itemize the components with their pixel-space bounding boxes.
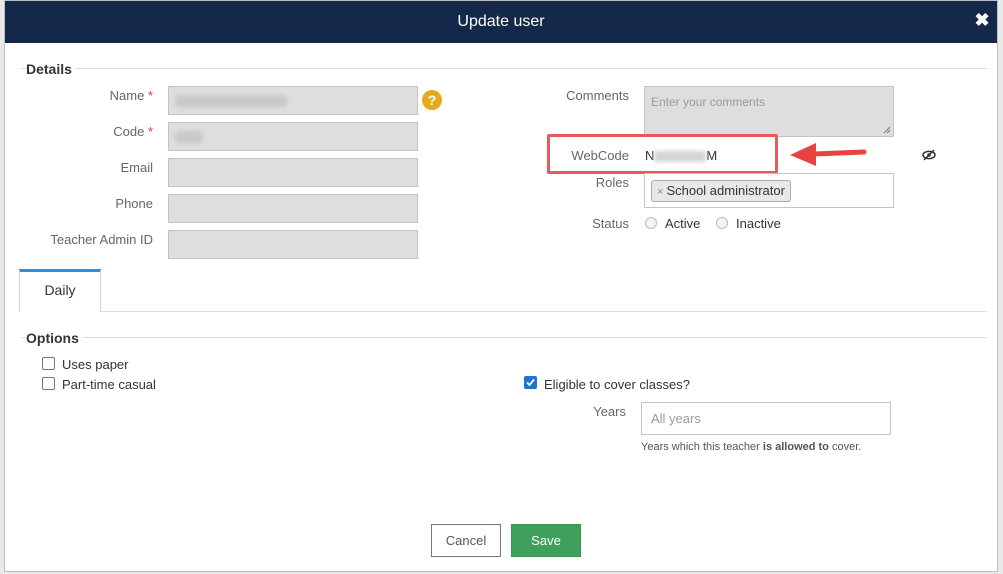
help-icon[interactable]: ? [422, 90, 442, 110]
name-input[interactable] [168, 86, 418, 115]
webcode-value: NM [645, 148, 718, 163]
part-time-casual-label: Part-time casual [62, 377, 156, 392]
phone-input[interactable] [168, 194, 418, 223]
cancel-button[interactable]: Cancel [431, 524, 501, 557]
name-label: Name * [109, 88, 153, 103]
red-arrow-annotation [790, 143, 867, 166]
roles-label: Roles [595, 175, 629, 190]
options-divider [21, 337, 987, 338]
role-tag-school-administrator: × School administrator [651, 180, 791, 202]
close-icon[interactable]: ✖ [973, 11, 991, 29]
years-label: Years [593, 404, 626, 419]
eligible-cover-checkbox[interactable] [524, 376, 537, 389]
code-label: Code * [113, 124, 153, 139]
options-legend: Options [26, 330, 83, 346]
save-button[interactable]: Save [511, 524, 581, 557]
email-input[interactable] [168, 158, 418, 187]
details-legend: Details [26, 61, 76, 77]
email-label: Email [120, 160, 153, 175]
comments-placeholder: Enter your comments [651, 95, 766, 109]
teacher-admin-id-label: Teacher Admin ID [50, 232, 153, 247]
eligible-cover-label: Eligible to cover classes? [544, 377, 690, 392]
tab-daily[interactable]: Daily [19, 269, 101, 312]
details-divider [21, 68, 987, 69]
status-inactive-radio[interactable] [716, 217, 728, 229]
status-active-radio[interactable] [645, 217, 657, 229]
teacher-admin-id-input[interactable] [168, 230, 418, 259]
comments-textarea[interactable]: Enter your comments [644, 86, 894, 137]
status-active-label: Active [665, 216, 701, 231]
webcode-label: WebCode [571, 148, 629, 163]
role-tag-label: School administrator [666, 183, 785, 198]
remove-tag-icon[interactable]: × [657, 186, 663, 198]
phone-label: Phone [115, 196, 153, 211]
update-user-dialog: Update user ✖ Details Name * Code * Emai… [4, 0, 998, 572]
status-label: Status [592, 216, 629, 231]
resize-grip-icon[interactable] [883, 126, 891, 134]
roles-select[interactable]: × School administrator [644, 173, 894, 208]
code-input[interactable] [168, 122, 418, 151]
uses-paper-checkbox[interactable] [42, 357, 55, 370]
tabs-baseline [19, 311, 987, 312]
comments-label: Comments [566, 88, 629, 103]
years-input[interactable]: All years [641, 402, 891, 435]
eye-slash-icon[interactable] [922, 149, 936, 161]
part-time-casual-checkbox[interactable] [42, 377, 55, 390]
years-help-text: Years which this teacher is allowed to c… [641, 441, 862, 453]
checkmark-icon [526, 378, 535, 387]
status-inactive-label: Inactive [736, 216, 781, 231]
dialog-title: Update user [457, 13, 545, 30]
dialog-header: Update user ✖ [5, 1, 997, 43]
uses-paper-label: Uses paper [62, 357, 129, 372]
